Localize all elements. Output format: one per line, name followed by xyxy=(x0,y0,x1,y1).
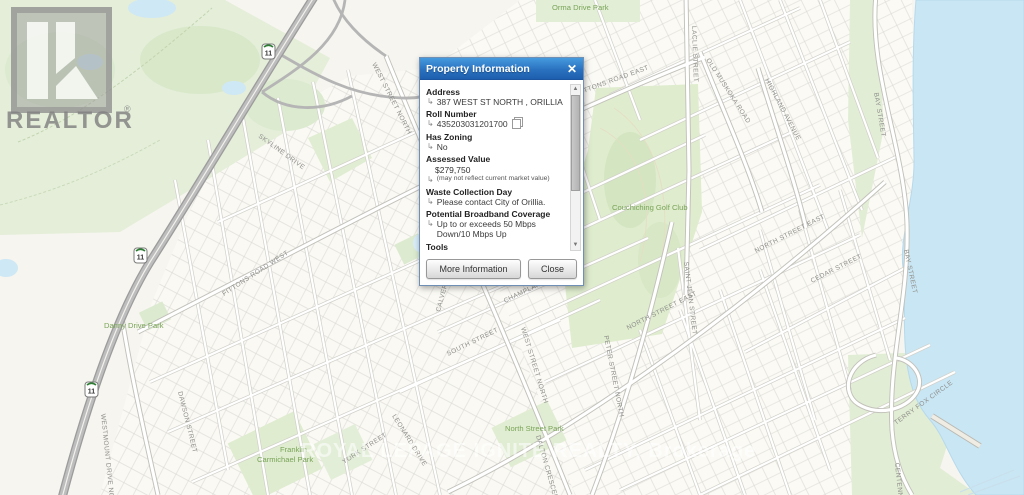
sub-arrow-icon: ↳ xyxy=(427,197,434,206)
field-value-waste-collection: Please contact City of Orillia. xyxy=(437,197,546,207)
popup-header: Property Information ✕ xyxy=(420,58,583,80)
popup-scrollbar[interactable]: ▲ ▼ xyxy=(570,84,581,251)
park-label: Carmichael Park xyxy=(257,455,313,464)
realtor-watermark-text: REALTOR xyxy=(6,107,134,135)
park-label: Couchiching Golf Club xyxy=(612,203,688,212)
field-label-roll-number: Roll Number xyxy=(426,109,567,119)
popup-button-row: More Information Close xyxy=(420,255,583,285)
park-label: Danny Drive Park xyxy=(104,321,164,330)
realtor-logo xyxy=(14,10,109,110)
field-label-address: Address xyxy=(426,87,567,97)
tools-section-header[interactable]: Tools xyxy=(426,242,567,252)
field-label-assessed-value: Assessed Value xyxy=(426,154,567,164)
svg-text:11: 11 xyxy=(88,389,96,396)
svg-text:11: 11 xyxy=(137,255,145,262)
copy-icon[interactable] xyxy=(512,119,521,129)
scroll-up-icon[interactable]: ▲ xyxy=(571,85,580,94)
sub-arrow-icon: ↳ xyxy=(427,142,434,151)
park-label: Orma Drive Park xyxy=(552,3,609,12)
field-value-roll-number: 435203031201700 xyxy=(437,119,508,129)
sub-arrow-icon: ↳ xyxy=(427,219,434,228)
field-label-waste-collection: Waste Collection Day xyxy=(426,187,567,197)
field-value-assessed-value: $279,750 xyxy=(435,165,567,175)
field-value-address: 387 WEST ST NORTH , ORILLIA xyxy=(437,97,563,107)
popup-body: Address ↳387 WEST ST NORTH , ORILLIA Rol… xyxy=(420,80,583,255)
sub-arrow-icon: ↳ xyxy=(427,97,434,106)
assessed-value-note: (may not reflect current market value) xyxy=(437,175,550,182)
sub-arrow-icon: ↳ xyxy=(427,119,434,128)
field-label-has-zoning: Has Zoning xyxy=(426,132,567,142)
sub-arrow-icon: ↳ xyxy=(427,175,434,184)
park-label: Franklin xyxy=(280,445,307,454)
popup-title: Property Information xyxy=(426,63,530,75)
registered-trademark-symbol: ® xyxy=(124,104,131,114)
map-viewer: 11 11 11 Orma Drive Park FITTONS ROAD EA… xyxy=(0,0,1024,495)
park-label: North Street Park xyxy=(505,424,564,433)
field-value-has-zoning: No xyxy=(437,142,448,152)
field-value-broadband: Up to or exceeds 50 Mbps Down/10 Mbps Up xyxy=(437,219,567,239)
field-label-broadband: Potential Broadband Coverage xyxy=(426,209,567,219)
more-information-button[interactable]: More Information xyxy=(426,259,521,279)
svg-text:11: 11 xyxy=(265,51,273,58)
close-icon[interactable]: ✕ xyxy=(567,63,577,75)
scroll-down-icon[interactable]: ▼ xyxy=(571,241,580,250)
property-information-popup: Property Information ✕ Address ↳387 WEST… xyxy=(419,57,584,286)
scrollbar-thumb[interactable] xyxy=(571,95,580,191)
close-button[interactable]: Close xyxy=(528,259,577,279)
